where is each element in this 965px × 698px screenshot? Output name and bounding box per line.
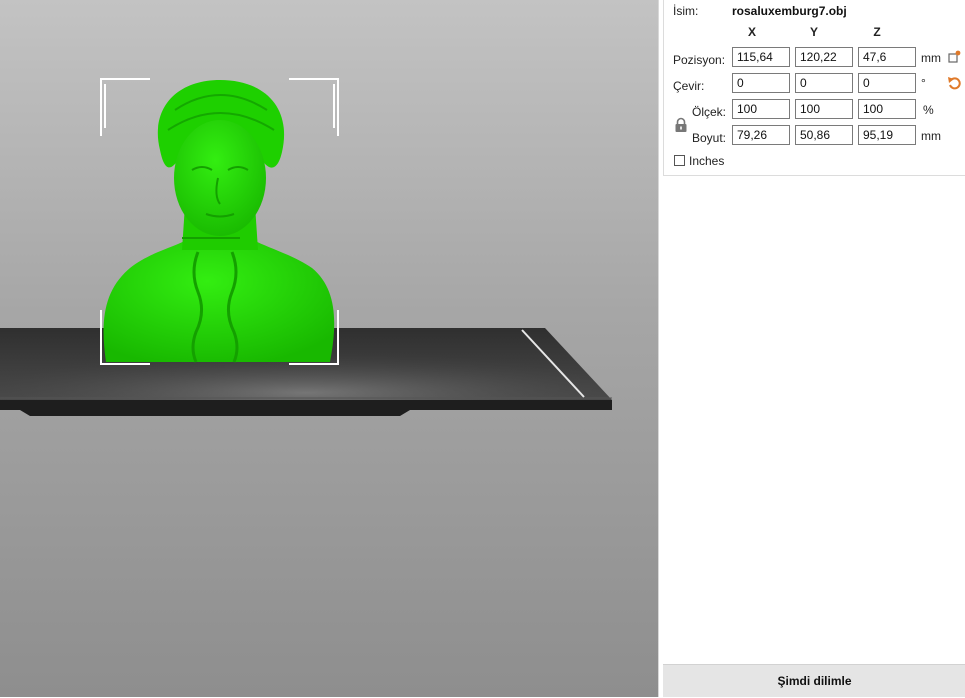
- axis-x-header: X: [747, 25, 756, 39]
- size-z-input[interactable]: [858, 125, 916, 145]
- rotation-y-input[interactable]: [795, 73, 853, 93]
- size-x-input[interactable]: [732, 125, 790, 145]
- name-label: İsim:: [673, 4, 699, 18]
- reset-rotation-icon[interactable]: [947, 76, 961, 93]
- position-unit: mm: [921, 51, 941, 65]
- rotation-x-input[interactable]: [732, 73, 790, 93]
- scale-y-input[interactable]: [795, 99, 853, 119]
- inches-label: Inches: [689, 154, 725, 168]
- object-name: rosaluxemburg7.obj: [732, 4, 847, 18]
- scale-unit: %: [923, 103, 934, 117]
- scale-label: Ölçek:: [692, 105, 727, 119]
- size-unit: mm: [921, 129, 941, 143]
- position-label: Pozisyon:: [673, 53, 726, 67]
- position-x-input[interactable]: [732, 47, 790, 67]
- slice-now-button[interactable]: Şimdi dilimle: [663, 664, 965, 697]
- axis-z-header: Z: [873, 25, 881, 39]
- axis-y-header: Y: [809, 25, 818, 39]
- scale-x-input[interactable]: [732, 99, 790, 119]
- size-label: Boyut:: [692, 131, 727, 145]
- rotation-z-input[interactable]: [858, 73, 916, 93]
- position-y-input[interactable]: [795, 47, 853, 67]
- 3d-viewport[interactable]: [0, 0, 658, 697]
- properties-panel: İsim: rosaluxemburg7.obj X Y Z Pozisyon:…: [658, 0, 965, 697]
- bust-model[interactable]: [103, 80, 335, 363]
- inches-checkbox[interactable]: [674, 155, 685, 166]
- drop-to-plate-icon[interactable]: [948, 50, 961, 66]
- scale-z-input[interactable]: [858, 99, 916, 119]
- object-properties: İsim: rosaluxemburg7.obj X Y Z Pozisyon:…: [663, 0, 965, 176]
- lock-icon[interactable]: [674, 117, 688, 136]
- position-z-input[interactable]: [858, 47, 916, 67]
- rotation-label: Çevir:: [673, 79, 705, 93]
- size-y-input[interactable]: [795, 125, 853, 145]
- rotation-unit: °: [921, 76, 926, 90]
- scene: [0, 78, 612, 416]
